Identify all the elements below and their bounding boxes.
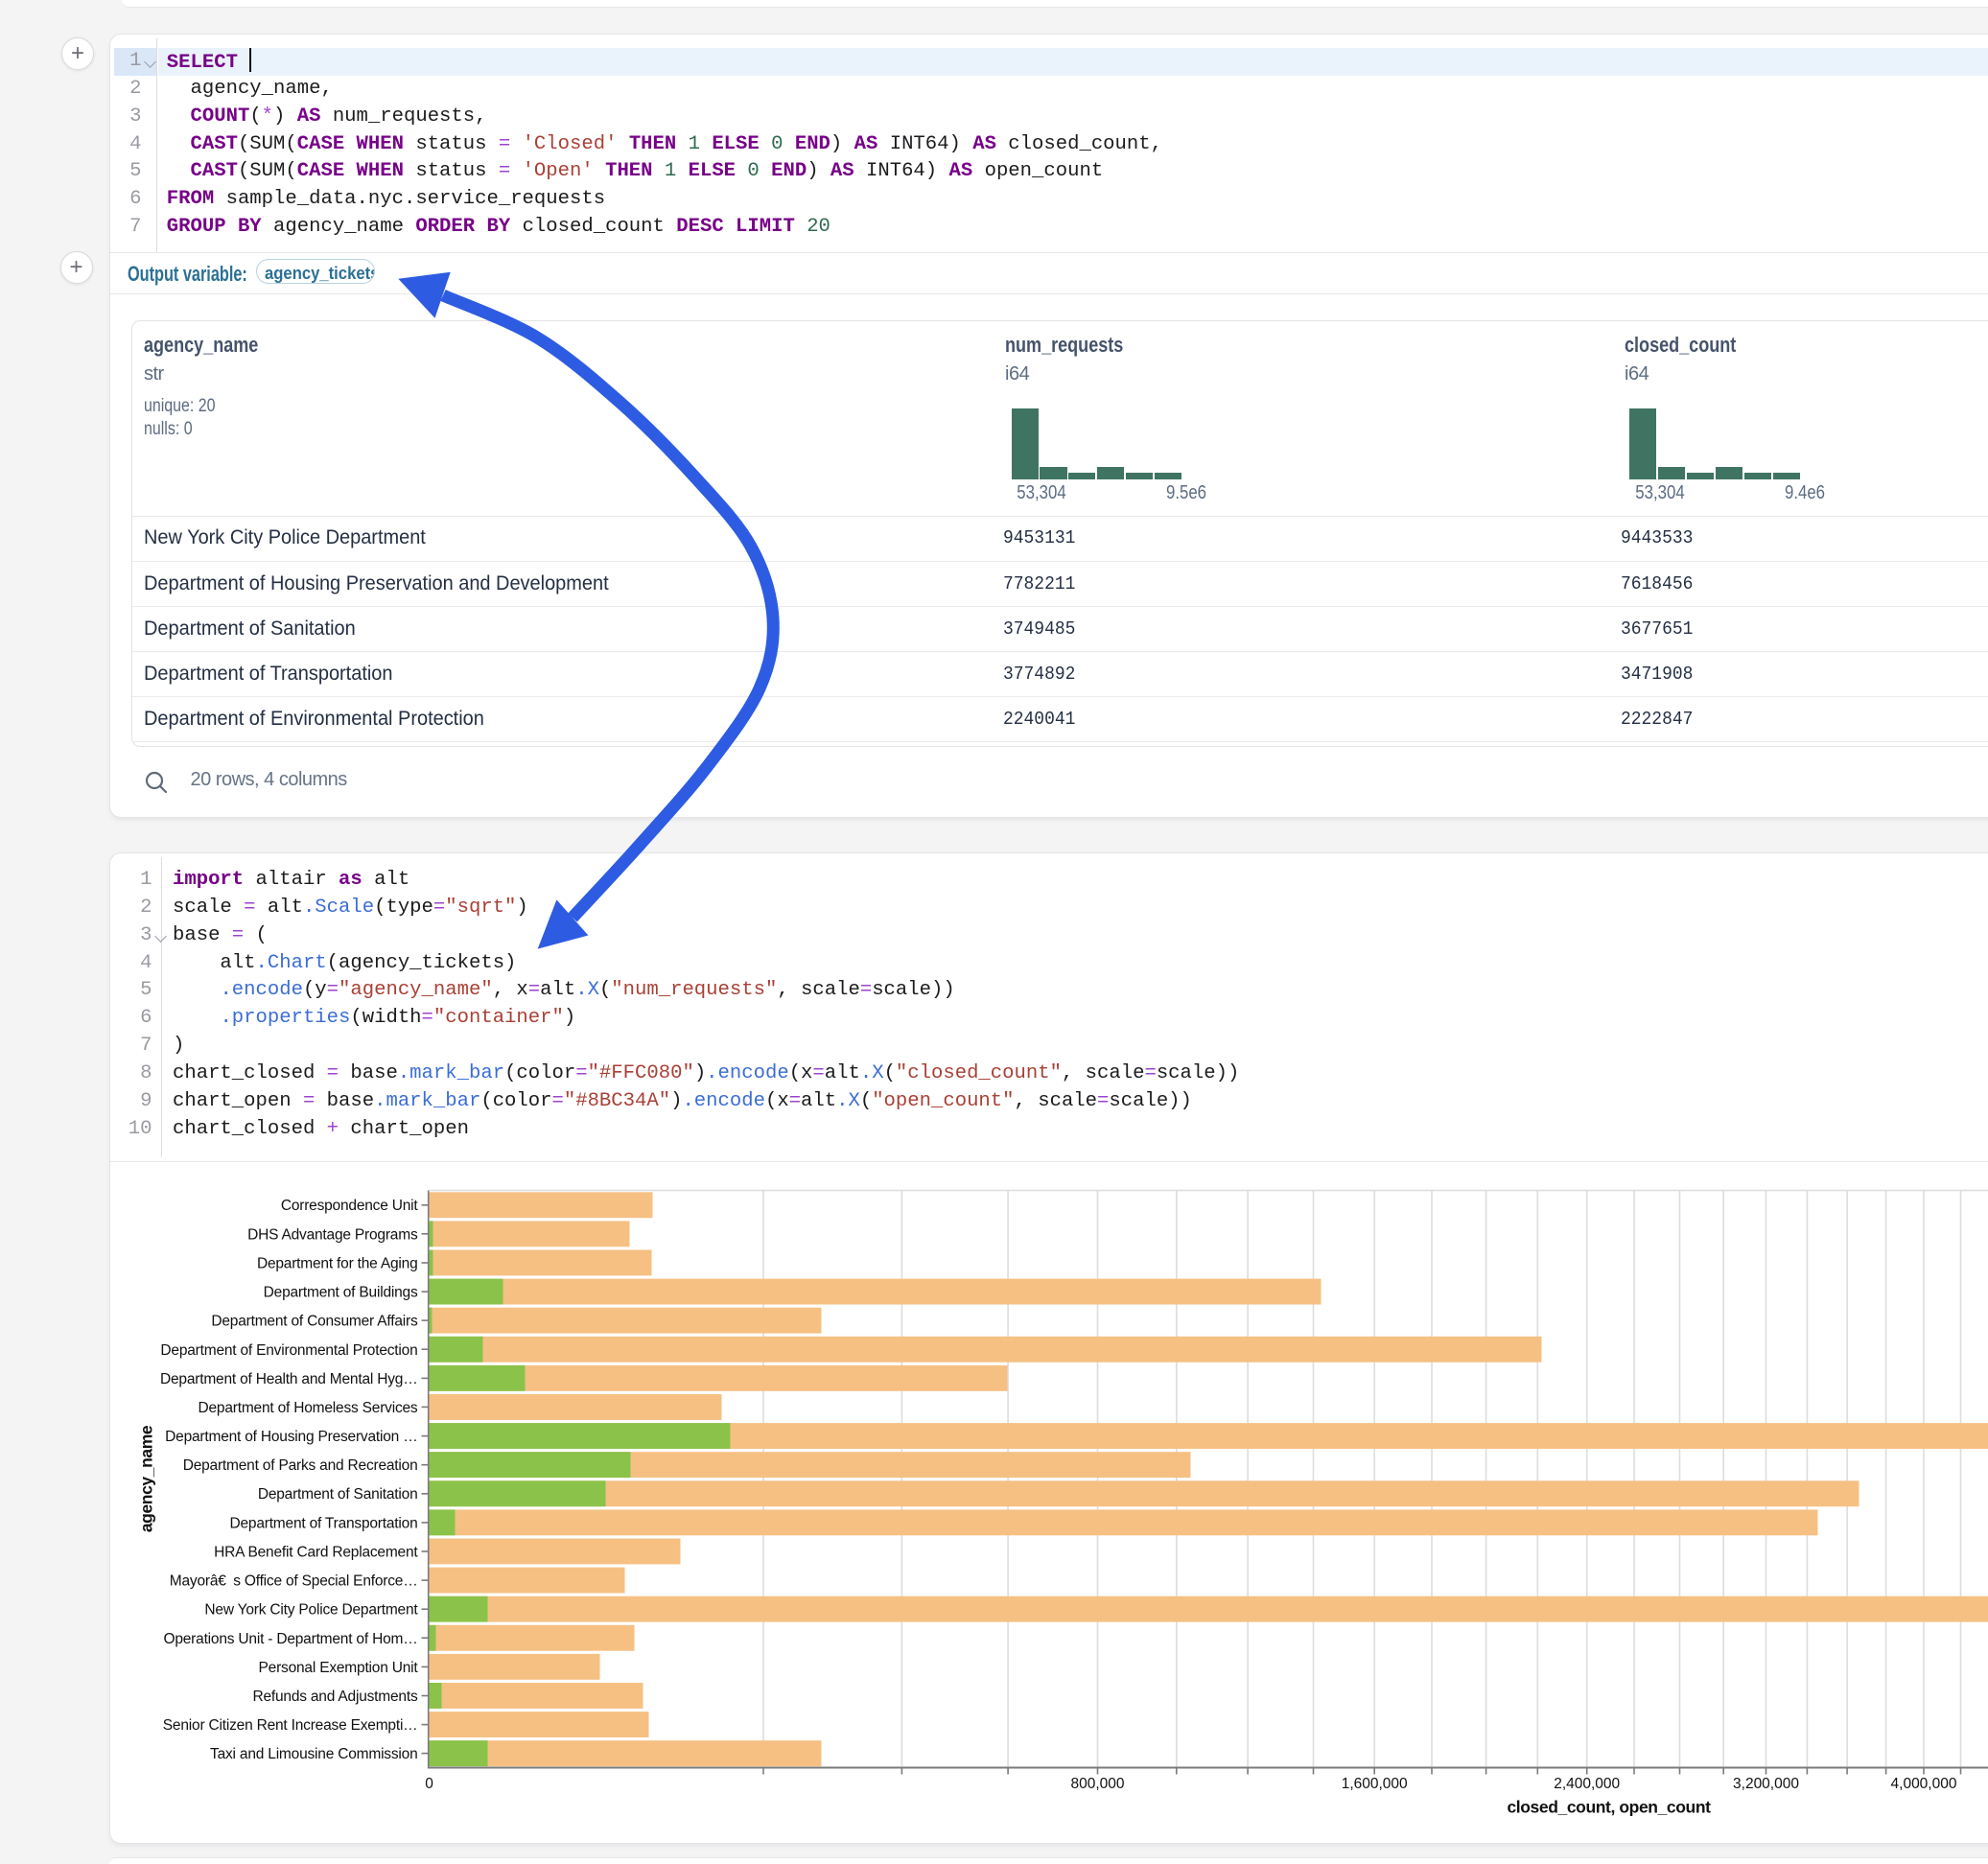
svg-text:3,200,000: 3,200,000 <box>1733 1776 1799 1792</box>
svg-text:Department of Housing Preserva: Department of Housing Preservation … <box>165 1429 417 1445</box>
svg-text:closed_count, open_count: closed_count, open_count <box>1507 1798 1711 1817</box>
svg-text:Taxi and Limousine Commission: Taxi and Limousine Commission <box>210 1746 417 1762</box>
svg-text:Department of Environmental Pr: Department of Environmental Protection <box>160 1342 417 1359</box>
svg-text:Refunds and Adjustments: Refunds and Adjustments <box>252 1689 417 1705</box>
svg-text:2,400,000: 2,400,000 <box>1554 1776 1620 1792</box>
svg-text:DHS Advantage Programs: DHS Advantage Programs <box>247 1226 418 1243</box>
svg-text:Department for the Aging: Department for the Aging <box>256 1256 417 1272</box>
svg-text:New York City Police Departmen: New York City Police Department <box>204 1602 418 1619</box>
svg-text:Department of Transportation: Department of Transportation <box>229 1515 417 1531</box>
svg-text:Personal Exemption Unit: Personal Exemption Unit <box>258 1660 418 1676</box>
svg-text:agency_name: agency_name <box>136 1425 155 1532</box>
svg-text:0: 0 <box>425 1776 433 1792</box>
svg-text:Department of Health and Menta: Department of Health and Mental Hyg… <box>160 1371 418 1387</box>
svg-text:Operations Unit - Department o: Operations Unit - Department of Hom… <box>163 1631 417 1647</box>
svg-text:Department of Parks and Recrea: Department of Parks and Recreation <box>182 1457 417 1474</box>
svg-text:1,600,000: 1,600,000 <box>1341 1776 1407 1792</box>
svg-text:Mayorâ€ s Office of Special En: Mayorâ€ s Office of Special Enforce… <box>169 1573 417 1590</box>
svg-text:HRA Benefit Card Replacement: HRA Benefit Card Replacement <box>214 1545 418 1561</box>
svg-text:Department of Sanitation: Department of Sanitation <box>257 1486 417 1503</box>
svg-text:800,000: 800,000 <box>1070 1776 1124 1792</box>
svg-text:Senior Citizen Rent Increase E: Senior Citizen Rent Increase Exempti… <box>162 1717 417 1734</box>
svg-text:Department of Consumer Affairs: Department of Consumer Affairs <box>211 1314 418 1330</box>
svg-text:4,000,000: 4,000,000 <box>1890 1776 1956 1792</box>
svg-text:Correspondence Unit: Correspondence Unit <box>280 1198 418 1214</box>
svg-text:Department of Homeless Service: Department of Homeless Services <box>198 1400 417 1416</box>
svg-text:Department of Buildings: Department of Buildings <box>263 1285 417 1301</box>
